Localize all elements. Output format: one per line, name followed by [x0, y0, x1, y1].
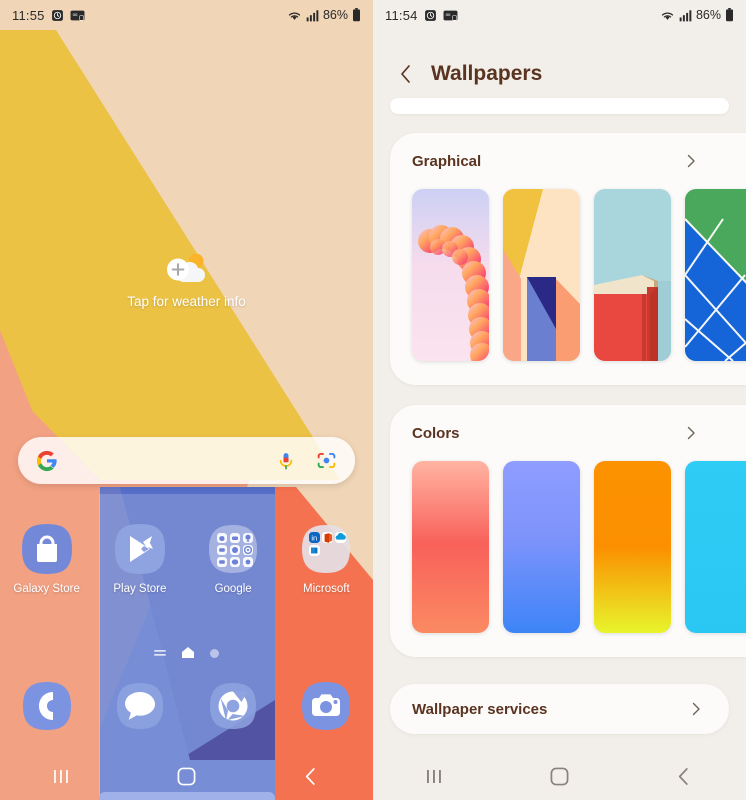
svg-text:oo: oo: [445, 12, 450, 17]
play-store-icon: [113, 522, 167, 576]
wifi-icon: [287, 9, 302, 22]
scrolled-card-peek: [390, 98, 729, 114]
dock-item-chrome[interactable]: [187, 679, 280, 733]
list-indicator[interactable]: [154, 645, 166, 663]
alarm-icon: [51, 9, 64, 22]
google-search-bar[interactable]: [18, 437, 355, 484]
graphical-wallpaper-2[interactable]: [503, 189, 580, 361]
google-folder-icon: G: [206, 522, 260, 576]
chevron-right-icon[interactable]: [684, 154, 698, 168]
wallpaper-services-header[interactable]: Wallpaper services: [390, 684, 729, 734]
graphical-wallpaper-3[interactable]: [594, 189, 671, 361]
search-input[interactable]: [60, 437, 273, 484]
recents-icon[interactable]: [373, 752, 497, 800]
recents-icon[interactable]: [0, 752, 124, 800]
camera-icon: [299, 679, 353, 733]
page-dot[interactable]: [210, 645, 219, 663]
dock-item-messages[interactable]: [93, 679, 186, 733]
home-icon[interactable]: [124, 752, 248, 800]
weather-label: Tap for weather info: [127, 294, 246, 309]
microsoft-folder-icon: in: [299, 522, 353, 576]
color-swatch-1[interactable]: [412, 461, 489, 633]
color-swatch-2[interactable]: [503, 461, 580, 633]
app-label: Google: [214, 583, 252, 595]
weather-widget[interactable]: Tap for weather info: [0, 250, 373, 309]
color-swatch-3[interactable]: [594, 461, 671, 633]
data-saver-icon: oo: [443, 9, 458, 22]
app-galaxy-store[interactable]: Galaxy Store: [0, 522, 93, 595]
dock: [0, 679, 373, 733]
status-time: 11:54: [385, 7, 418, 23]
battery-icon: [352, 8, 361, 22]
section-graphical: Graphical: [390, 133, 746, 385]
phone-icon: [20, 679, 74, 733]
svg-text:in: in: [312, 533, 318, 542]
battery-percent: 86%: [695, 8, 721, 22]
weather-add-icon: [159, 250, 215, 286]
messages-icon: [113, 679, 167, 733]
dock-item-camera[interactable]: [280, 679, 373, 733]
back-button[interactable]: [395, 64, 415, 84]
google-lens-icon[interactable]: [313, 448, 339, 474]
status-bar-home: 11:55 oo 86%: [0, 0, 373, 30]
back-icon[interactable]: [249, 752, 373, 800]
app-label: Microsoft: [303, 583, 350, 595]
home-indicator[interactable]: [182, 645, 194, 663]
signal-icon: [306, 9, 319, 22]
app-label: Galaxy Store: [13, 583, 80, 595]
app-microsoft-folder[interactable]: in Microsoft: [280, 522, 373, 595]
graphical-wallpaper-4[interactable]: [685, 189, 746, 361]
wallpaper-services-row[interactable]: Wallpaper services: [390, 684, 729, 734]
app-play-store[interactable]: Play Store: [93, 522, 186, 595]
nav-bar-home: [0, 752, 373, 800]
back-icon[interactable]: [622, 752, 746, 800]
alarm-icon: [424, 9, 437, 22]
battery-icon: [725, 8, 734, 22]
graphical-wallpaper-1[interactable]: [412, 189, 489, 361]
chrome-icon: [206, 679, 260, 733]
page-title: Wallpapers: [431, 62, 543, 85]
home-screen: 11:55 oo 86% Tap for weather info Galaxy…: [0, 0, 373, 800]
google-logo-icon: [34, 448, 60, 474]
wallpaper-services-title: Wallpaper services: [412, 700, 548, 718]
status-bar-wallpapers: 11:54 oo 86%: [373, 0, 746, 30]
chevron-right-icon[interactable]: [689, 702, 703, 716]
nav-bar-wallpapers: [373, 752, 746, 800]
battery-percent: 86%: [322, 8, 348, 22]
screenshot-pair: 11:55 oo 86% Tap for weather info Galaxy…: [0, 0, 746, 800]
dock-item-phone[interactable]: [0, 679, 93, 733]
page-header: Wallpapers: [373, 48, 746, 100]
app-label: Play Store: [113, 583, 167, 595]
microphone-icon[interactable]: [273, 448, 299, 474]
graphical-thumbnail-row: [390, 189, 746, 361]
page-indicators: [0, 645, 373, 663]
signal-icon: [679, 9, 692, 22]
chevron-right-icon[interactable]: [684, 426, 698, 440]
section-colors: Colors: [390, 405, 746, 657]
color-swatch-4[interactable]: [685, 461, 746, 633]
data-saver-icon: oo: [70, 9, 85, 22]
color-swatch-row: [390, 461, 746, 633]
status-time: 11:55: [12, 7, 45, 23]
wifi-icon: [660, 9, 675, 22]
section-title: Graphical: [412, 152, 482, 170]
galaxy-store-icon: [20, 522, 74, 576]
section-header-graphical[interactable]: Graphical: [390, 133, 746, 189]
home-icon[interactable]: [497, 752, 621, 800]
wallpapers-settings-screen: 11:54 oo 86% Wallpapers Graphical Colors…: [373, 0, 746, 800]
app-row: Galaxy Store Play Store Google in Micros…: [0, 522, 373, 595]
section-title: Colors: [412, 424, 460, 442]
app-google-folder[interactable]: Google: [187, 522, 280, 595]
section-header-colors[interactable]: Colors: [390, 405, 746, 461]
svg-text:oo: oo: [72, 12, 77, 17]
